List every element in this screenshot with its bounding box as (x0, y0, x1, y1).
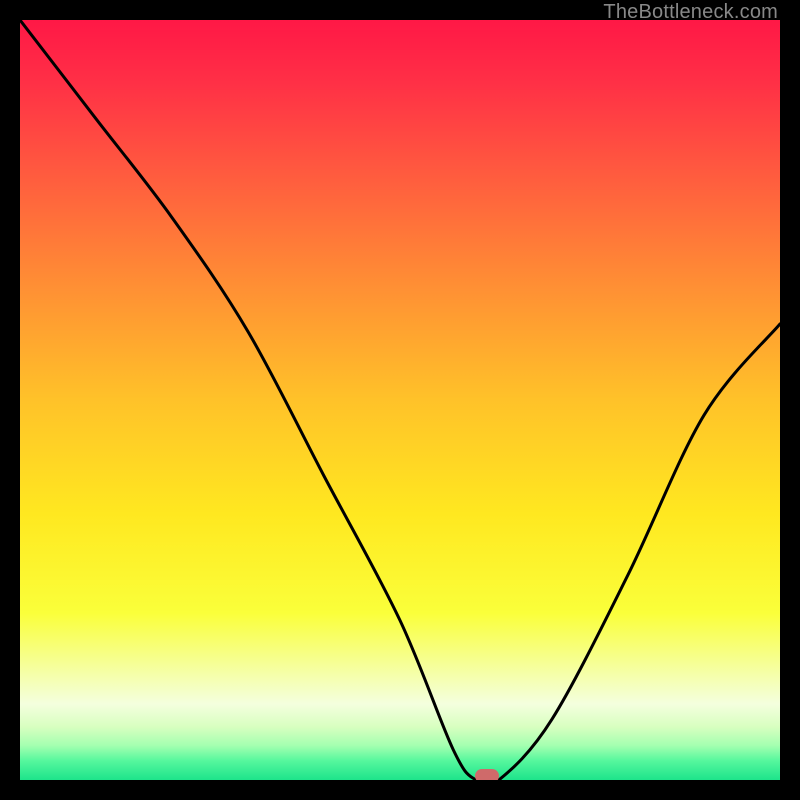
plot-area (20, 20, 780, 780)
bottleneck-curve (20, 20, 780, 780)
watermark-text: TheBottleneck.com (603, 1, 778, 24)
chart-frame: TheBottleneck.com (0, 0, 800, 800)
bottleneck-marker (475, 769, 499, 780)
